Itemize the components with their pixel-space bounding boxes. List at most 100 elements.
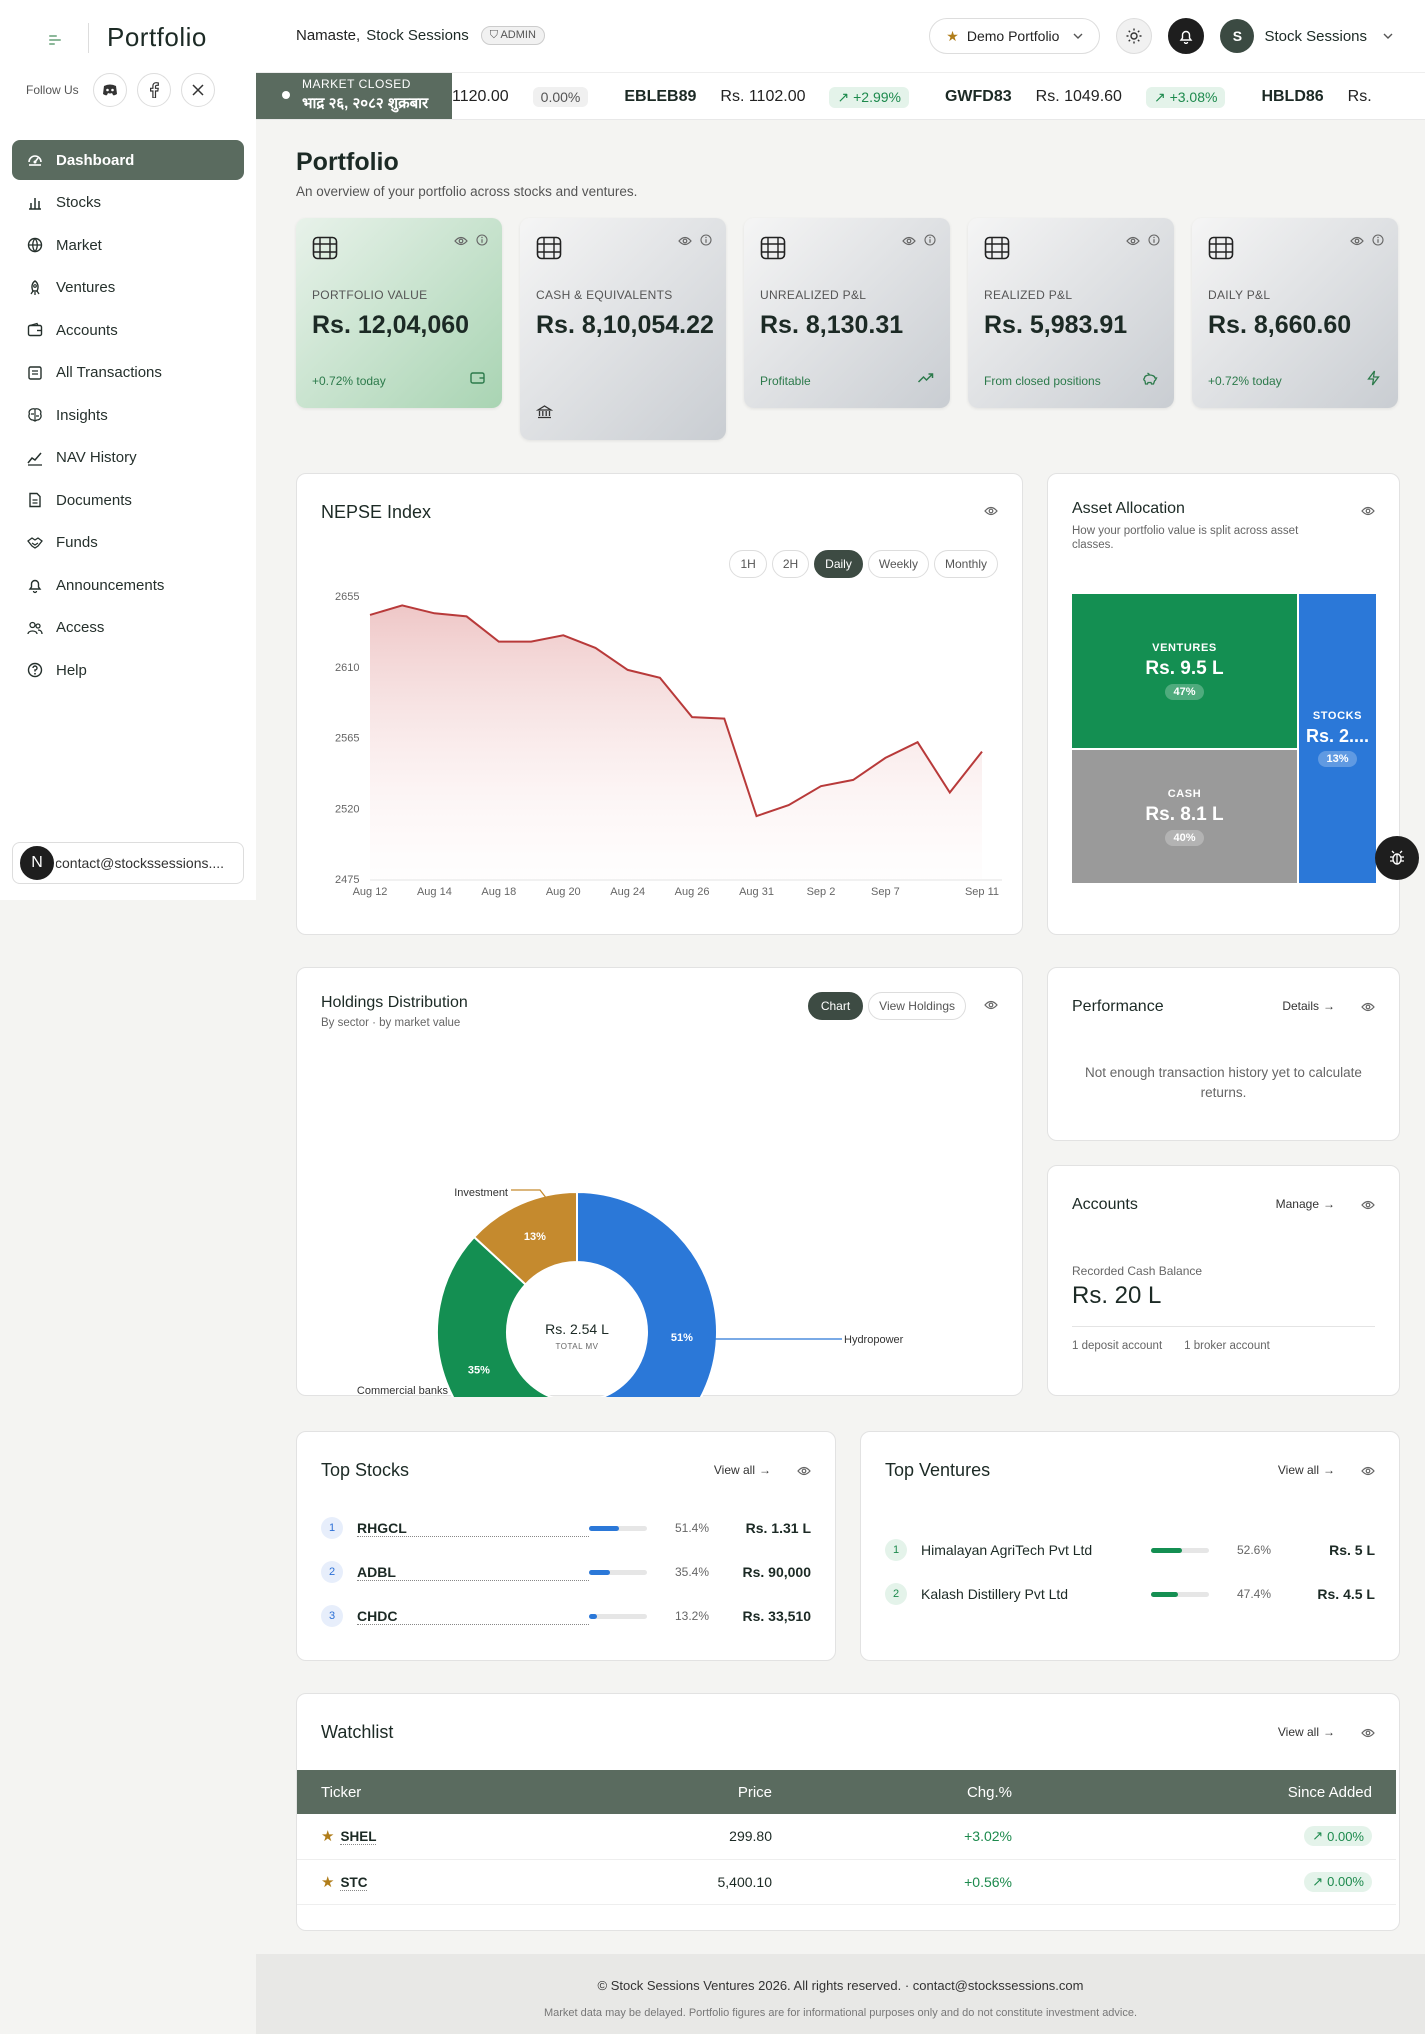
eye-icon[interactable] [984, 504, 998, 519]
column-header-price[interactable]: Price [636, 1770, 796, 1814]
sidebar-item-access[interactable]: Access [12, 608, 244, 648]
info-icon[interactable] [476, 234, 488, 249]
ticker-item[interactable]: GWFD83 Rs. 1049.60 ↗ +3.08% [945, 86, 1261, 108]
eye-icon[interactable] [1361, 1000, 1375, 1015]
data-point[interactable] [915, 740, 920, 745]
facebook-icon[interactable] [136, 73, 171, 107]
stock-symbol[interactable]: CHDC [357, 1608, 589, 1625]
sidebar-item-dashboard[interactable]: Dashboard [12, 140, 244, 180]
data-point[interactable] [818, 784, 823, 789]
details-link[interactable]: Details → [1282, 999, 1335, 1013]
sidebar-item-ventures[interactable]: Ventures [12, 268, 244, 308]
venture-row[interactable]: 1 Himalayan AgriTech Pvt Ltd 52.6% Rs. 5 L [885, 1528, 1375, 1572]
data-point[interactable] [400, 603, 405, 608]
data-point[interactable] [690, 715, 695, 720]
arrow-right-icon: → [1323, 1463, 1335, 1477]
view-all-watchlist-link[interactable]: View all → [1278, 1725, 1335, 1739]
ticker-symbol[interactable]: STC [340, 1874, 368, 1891]
range-monthly[interactable]: Monthly [933, 550, 998, 578]
data-point[interactable] [883, 755, 888, 760]
sidebar-item-accounts[interactable]: Accounts [12, 310, 244, 350]
notifications-button[interactable] [1168, 18, 1205, 54]
kpi-value: Rs. 5,983.91 [984, 311, 1128, 339]
discord-icon[interactable] [92, 73, 127, 107]
info-icon[interactable] [924, 234, 936, 249]
manage-link[interactable]: Manage → [1276, 1197, 1335, 1211]
logo[interactable]: Portfolio [44, 22, 207, 53]
data-point[interactable] [529, 639, 534, 644]
sidebar-item-funds[interactable]: Funds [12, 523, 244, 563]
sidebar-item-announcements[interactable]: Announcements [12, 565, 244, 605]
venture-row[interactable]: 2 Kalash Distillery Pvt Ltd 47.4% Rs. 4.5 L [885, 1572, 1375, 1616]
avatar[interactable]: N [18, 844, 56, 882]
range-daily[interactable]: Daily [814, 550, 863, 578]
eye-icon[interactable] [454, 234, 468, 249]
sidebar-item-market[interactable]: Market [12, 225, 244, 265]
eye-icon[interactable] [678, 234, 692, 249]
sidebar-item-nav-history[interactable]: NAV History [12, 438, 244, 478]
view-all-ventures-link[interactable]: View all → [1278, 1463, 1335, 1477]
venture-name[interactable]: Kalash Distillery Pvt Ltd [921, 1586, 1151, 1602]
data-point[interactable] [947, 790, 952, 795]
donut-slice-hydropower[interactable] [564, 1190, 718, 1397]
data-point[interactable] [593, 645, 598, 650]
info-icon[interactable] [700, 234, 712, 249]
treemap-cell-stocks[interactable]: STOCKS Rs. 2.... 13% [1299, 594, 1376, 883]
star-icon[interactable]: ★ [321, 1874, 334, 1891]
data-point[interactable] [496, 639, 501, 644]
eye-icon[interactable] [1361, 1198, 1375, 1213]
info-icon[interactable] [1148, 234, 1160, 249]
data-point[interactable] [851, 777, 856, 782]
column-header-since-added[interactable]: Since Added [1036, 1770, 1396, 1814]
user-menu[interactable]: S Stock Sessions [1220, 19, 1393, 53]
data-point[interactable] [625, 667, 630, 672]
data-point[interactable] [368, 612, 373, 617]
data-point[interactable] [980, 749, 985, 754]
info-icon[interactable] [1372, 234, 1384, 249]
bug-report-button[interactable] [1375, 836, 1419, 880]
data-point[interactable] [432, 611, 437, 616]
data-point[interactable] [722, 716, 727, 721]
stock-symbol[interactable]: RHGCL [357, 1520, 589, 1537]
data-point[interactable] [561, 633, 566, 638]
eye-icon[interactable] [797, 1464, 811, 1479]
eye-icon[interactable] [1350, 234, 1364, 249]
eye-icon[interactable] [1126, 234, 1140, 249]
eye-icon[interactable] [1361, 1726, 1375, 1741]
sidebar-item-documents[interactable]: Documents [12, 480, 244, 520]
eye-icon[interactable] [1361, 1464, 1375, 1479]
data-point[interactable] [786, 803, 791, 808]
ticker-item[interactable]: HBLD86 Rs. [1261, 88, 1395, 106]
data-point[interactable] [657, 675, 662, 680]
table-row[interactable]: ★ STC 5,400.10 +0.56% ↗ 0.00% [297, 1859, 1396, 1905]
sidebar-item-help[interactable]: Help [12, 650, 244, 690]
range-1h[interactable]: 1H [729, 550, 767, 578]
table-row[interactable]: ★ SHEL 299.80 +3.02% ↗ 0.00% [297, 1814, 1396, 1860]
star-icon[interactable]: ★ [321, 1828, 334, 1845]
ticker-item[interactable]: EBLEB89 Rs. 1102.00 ↗ +2.99% [624, 86, 945, 108]
sidebar-item-insights[interactable]: Insights [12, 395, 244, 435]
column-header-ticker[interactable]: Ticker [297, 1770, 636, 1814]
stock-row[interactable]: 3 CHDC 13.2% Rs. 33,510 [321, 1594, 811, 1638]
view-all-stocks-link[interactable]: View all → [714, 1463, 771, 1477]
data-point[interactable] [464, 614, 469, 619]
eye-icon[interactable] [902, 234, 916, 249]
stock-row[interactable]: 1 RHGCL 51.4% Rs. 1.31 L [321, 1506, 811, 1550]
eye-icon[interactable] [1361, 504, 1375, 519]
treemap-cell-ventures[interactable]: VENTURES Rs. 9.5 L 47% [1072, 594, 1297, 748]
data-point[interactable] [754, 814, 759, 819]
stock-row[interactable]: 2 ADBL 35.4% Rs. 90,000 [321, 1550, 811, 1594]
treemap-cell-cash[interactable]: CASH Rs. 8.1 L 40% [1072, 750, 1297, 883]
column-header-change[interactable]: Chg.% [796, 1770, 1036, 1814]
ticker-item[interactable]: 1120.00 0.00% [452, 87, 624, 107]
theme-toggle-button[interactable] [1116, 18, 1153, 54]
range-weekly[interactable]: Weekly [867, 550, 929, 578]
sidebar-item-stocks[interactable]: Stocks [12, 183, 244, 223]
range-2h[interactable]: 2H [771, 550, 810, 578]
venture-name[interactable]: Himalayan AgriTech Pvt Ltd [921, 1542, 1151, 1558]
stock-symbol[interactable]: ADBL [357, 1564, 589, 1581]
ticker-symbol[interactable]: SHEL [340, 1829, 377, 1846]
x-twitter-icon[interactable] [180, 73, 215, 107]
sidebar-item-all-transactions[interactable]: All Transactions [12, 353, 244, 393]
portfolio-selector[interactable]: ★ Demo Portfolio [929, 18, 1101, 54]
